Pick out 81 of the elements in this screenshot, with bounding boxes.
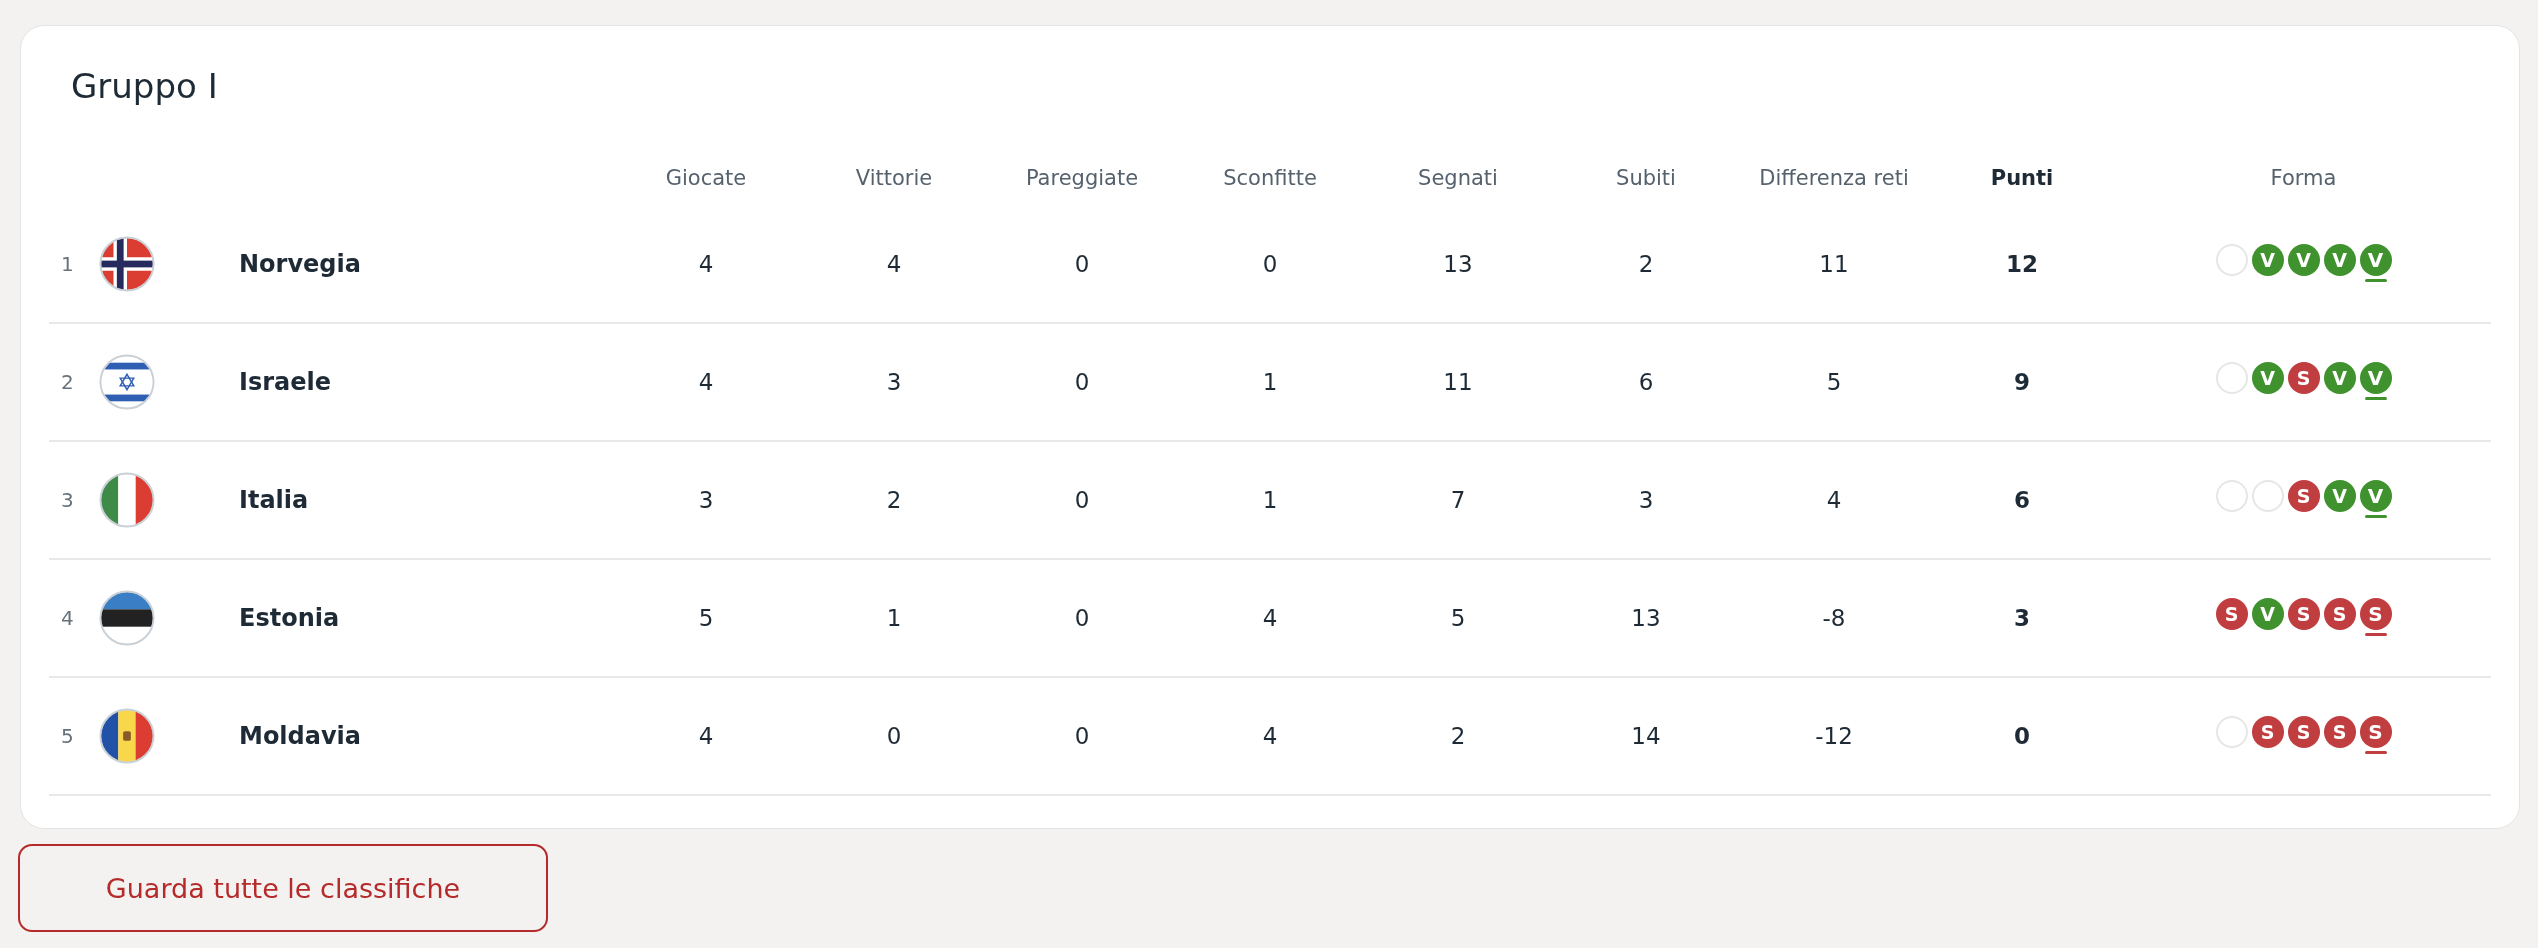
stat-cell-text: 13 <box>1442 251 1474 277</box>
stat-cell-text: 4 <box>885 251 903 277</box>
stat-cell-text: 2 <box>1449 723 1467 749</box>
column-header: Pareggiate <box>1024 166 1140 190</box>
form-result-badge: S <box>2287 480 2320 512</box>
form-result-badge: S <box>2287 362 2320 394</box>
stat-cell-text: 4 <box>1261 723 1279 749</box>
stat-cell-text: 6 <box>2013 487 2031 513</box>
stat-cell-text: -12 <box>1814 723 1854 749</box>
stat-cell-text: 14 <box>1630 723 1662 749</box>
stat-cell-text: 12 <box>2005 251 2039 277</box>
form-result-badge: V <box>2251 362 2284 394</box>
form-result-badge: S <box>2359 716 2392 748</box>
stat-cell-text: 4 <box>697 723 715 749</box>
stat-cell-text: 5 <box>697 605 715 631</box>
stat-cell-text: 1 <box>885 605 903 631</box>
stat-cell-text: 11 <box>1818 251 1850 277</box>
team-name[interactable]: Israele <box>239 368 332 396</box>
form-result-badge: V <box>2359 480 2392 512</box>
stat-cell-text: 0 <box>2013 723 2031 749</box>
column-header: Vittorie <box>854 166 934 190</box>
team-name[interactable]: Norvegia <box>239 250 361 278</box>
rank-number: 1 <box>60 252 74 276</box>
stat-cell-text: 4 <box>697 251 715 277</box>
column-header: Forma <box>2269 166 2338 190</box>
stat-cell-text: 4 <box>1825 487 1843 513</box>
stat-cell-text: 0 <box>1261 251 1279 277</box>
form-result-badge: V <box>2323 480 2356 512</box>
stat-cell-text: 0 <box>1073 723 1091 749</box>
form-result-badge: V <box>2251 598 2284 630</box>
form-result-badge: S <box>2215 598 2248 630</box>
stat-cell-text: 0 <box>885 723 903 749</box>
rank-number: 3 <box>60 488 74 512</box>
form-result-badge: S <box>2287 716 2320 748</box>
stat-cell-text: 1 <box>1261 369 1279 395</box>
form-result-badge: V <box>2359 244 2392 276</box>
stat-cell-text: 4 <box>697 369 715 395</box>
stat-cell-text: 1 <box>1261 487 1279 513</box>
stat-cell-text: 6 <box>1637 369 1655 395</box>
stat-cell-text: 3 <box>2013 605 2031 631</box>
stat-cell-text: 3 <box>1637 487 1655 513</box>
stat-cell-text: 2 <box>885 487 903 513</box>
team-name[interactable]: Italia <box>239 486 309 514</box>
column-header: Differenza reti <box>1758 166 1910 190</box>
rank-number: 5 <box>60 724 74 748</box>
stat-cell-text: -8 <box>1821 605 1847 631</box>
stat-cell-text: 5 <box>1449 605 1467 631</box>
stat-cell-text: 9 <box>2013 369 2031 395</box>
form-result-badge: V <box>2251 244 2284 276</box>
stat-cell-text: 4 <box>1261 605 1279 631</box>
stat-cell-text: 11 <box>1442 369 1474 395</box>
column-header: Punti <box>1989 166 2055 190</box>
form-result-badge: V <box>2287 244 2320 276</box>
column-header: Giocate <box>664 166 748 190</box>
form-result-badge: V <box>2323 244 2356 276</box>
team-name[interactable]: Moldavia <box>239 722 362 750</box>
stat-cell-text: 0 <box>1073 251 1091 277</box>
column-header: Segnati <box>1417 166 1499 190</box>
form-result-badge: V <box>2323 362 2356 394</box>
stat-cell-text: 0 <box>1073 605 1091 631</box>
stat-cell-text: 0 <box>1073 369 1091 395</box>
stat-cell-text: 13 <box>1630 605 1662 631</box>
form-result-badge: S <box>2323 598 2356 630</box>
form-result-badge: S <box>2323 716 2356 748</box>
stat-cell-text: 7 <box>1449 487 1467 513</box>
form-result-badge: S <box>2359 598 2392 630</box>
team-name[interactable]: Estonia <box>239 604 340 632</box>
stat-cell-text: 0 <box>1073 487 1091 513</box>
rank-number: 4 <box>60 606 74 630</box>
column-header: Subiti <box>1615 166 1677 190</box>
form-result-badge: S <box>2287 598 2320 630</box>
stat-cell-text: 3 <box>885 369 903 395</box>
form-result-badge: V <box>2359 362 2392 394</box>
group-title: Gruppo I <box>70 65 218 106</box>
stat-cell-text: 2 <box>1637 251 1655 277</box>
stat-cell-text: 5 <box>1825 369 1843 395</box>
all-standings-button[interactable]: Guarda tutte le classifiche <box>18 844 548 932</box>
form-result-badge: S <box>2251 716 2284 748</box>
stat-cell-text: 3 <box>697 487 715 513</box>
rank-number: 2 <box>60 370 74 394</box>
column-header: Sconfitte <box>1222 166 1318 190</box>
